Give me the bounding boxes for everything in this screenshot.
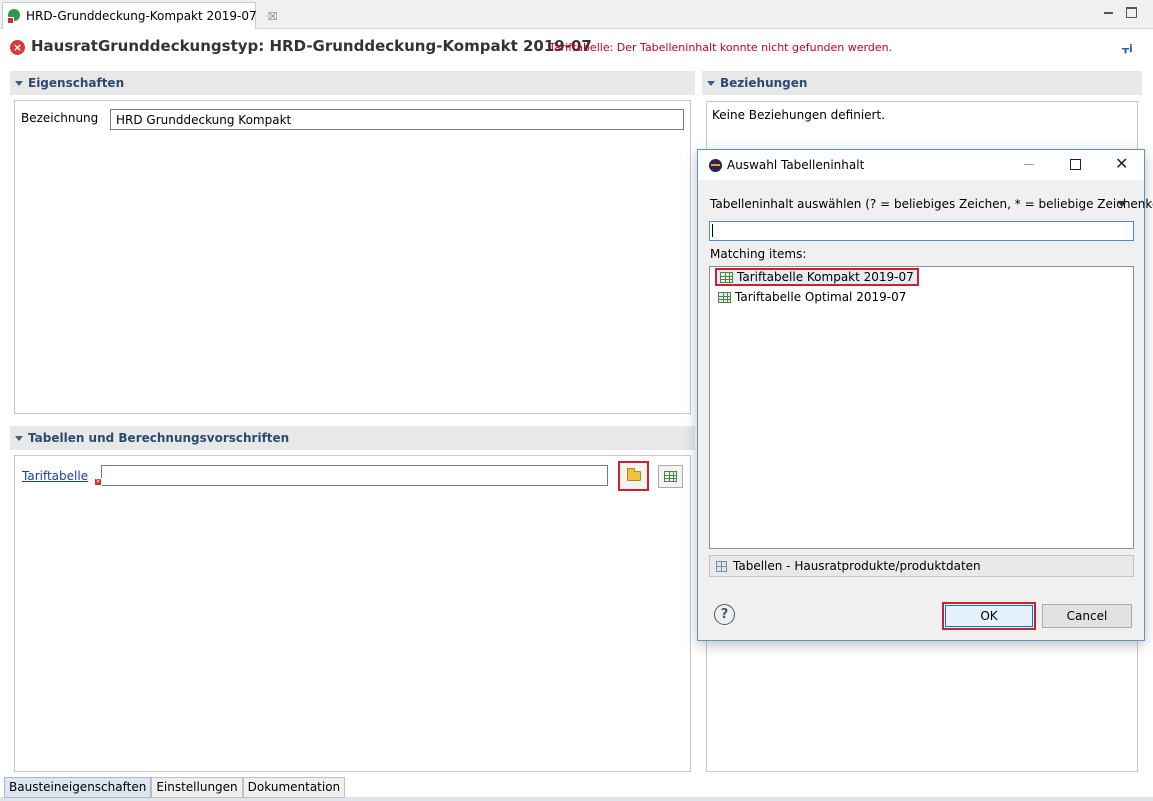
list-item[interactable]: Tariftabelle Optimal 2019-07 xyxy=(715,288,909,306)
tab-einstellungen[interactable]: Einstellungen xyxy=(151,777,243,798)
bezeichnung-label: Bezeichnung xyxy=(21,111,99,125)
section-header-tabellen[interactable]: Tabellen und Berechnungsvorschriften xyxy=(10,426,695,450)
error-message: Tariftabelle: Der Tabelleninhalt konnte … xyxy=(549,41,893,54)
page-tabs: Bausteineigenschaften Einstellungen Doku… xyxy=(4,777,346,798)
browse-button[interactable] xyxy=(618,461,649,491)
page-title: HausratGrunddeckungstyp: HRD-Grunddeckun… xyxy=(31,37,592,55)
new-table-content-button[interactable] xyxy=(658,465,683,488)
minimize-icon[interactable] xyxy=(1024,164,1034,165)
maximize-icon[interactable] xyxy=(1070,159,1081,170)
tab-bausteineigenschaften[interactable]: Bausteineigenschaften xyxy=(4,777,152,798)
editor-tab-label: HRD-Grunddeckung-Kompakt 2019-07 xyxy=(26,9,257,23)
cancel-button[interactable]: Cancel xyxy=(1042,604,1132,628)
eclipse-icon xyxy=(709,159,722,172)
close-icon[interactable]: ✕ xyxy=(1115,155,1128,173)
table-folder-icon xyxy=(716,560,727,572)
chevron-down-icon xyxy=(707,80,715,86)
section-body-tabellen xyxy=(14,455,691,772)
tariftabelle-field[interactable] xyxy=(101,465,608,486)
section-header-eigenschaften[interactable]: Eigenschaften xyxy=(10,71,695,95)
section-title: Beziehungen xyxy=(720,76,808,90)
section-title: Eigenschaften xyxy=(28,76,125,90)
minimize-icon[interactable] xyxy=(1103,6,1115,18)
maximize-icon[interactable] xyxy=(1126,7,1137,18)
list-item-label: Tariftabelle Kompakt 2019-07 xyxy=(737,270,914,284)
chevron-down-icon xyxy=(15,80,23,86)
close-icon[interactable]: ☒ xyxy=(268,10,278,23)
search-input[interactable] xyxy=(709,221,1134,241)
select-table-content-dialog: Auswahl Tabelleninhalt ✕ Tabelleninhalt … xyxy=(697,149,1153,641)
source-location: Tabellen - Hausratprodukte/produktdaten xyxy=(709,555,1134,577)
view-menu-icon[interactable] xyxy=(1117,201,1127,207)
outline-icon[interactable]: ᚁi xyxy=(1122,42,1138,55)
error-icon: × xyxy=(10,40,25,55)
tariftabelle-link[interactable]: Tariftabelle xyxy=(22,469,88,483)
product-error-icon xyxy=(7,9,21,24)
section-title: Tabellen und Berechnungsvorschriften xyxy=(28,431,290,445)
filter-label: Tabelleninhalt auswählen (? = beliebiges… xyxy=(710,197,1153,211)
table-content-icon xyxy=(718,291,731,303)
matching-items-list: Tariftabelle Kompakt 2019-07 Tariftabell… xyxy=(709,266,1134,549)
table-content-icon xyxy=(720,271,733,283)
matching-items-label: Matching items: xyxy=(710,247,807,261)
beziehungen-empty-text: Keine Beziehungen definiert. xyxy=(712,108,885,122)
tab-dokumentation[interactable]: Dokumentation xyxy=(242,777,346,798)
section-header-beziehungen[interactable]: Beziehungen xyxy=(702,71,1142,95)
table-new-icon xyxy=(664,471,677,482)
source-label: Tabellen - Hausratprodukte/produktdaten xyxy=(733,559,981,573)
ok-button[interactable]: OK xyxy=(942,602,1036,630)
list-item-label: Tariftabelle Optimal 2019-07 xyxy=(735,290,907,304)
list-item[interactable]: Tariftabelle Kompakt 2019-07 xyxy=(715,268,919,286)
field-error-icon: × xyxy=(94,478,102,486)
chevron-down-icon xyxy=(15,435,23,441)
help-icon[interactable]: ? xyxy=(714,604,735,625)
text-caret xyxy=(712,224,713,237)
section-body-eigenschaften xyxy=(14,100,691,414)
dialog-title: Auswahl Tabelleninhalt xyxy=(727,158,865,172)
bezeichnung-field[interactable]: HRD Grunddeckung Kompakt xyxy=(110,109,684,130)
folder-open-icon xyxy=(626,468,641,481)
editor-tab[interactable]: HRD-Grunddeckung-Kompakt 2019-07 ☒ xyxy=(2,2,278,29)
